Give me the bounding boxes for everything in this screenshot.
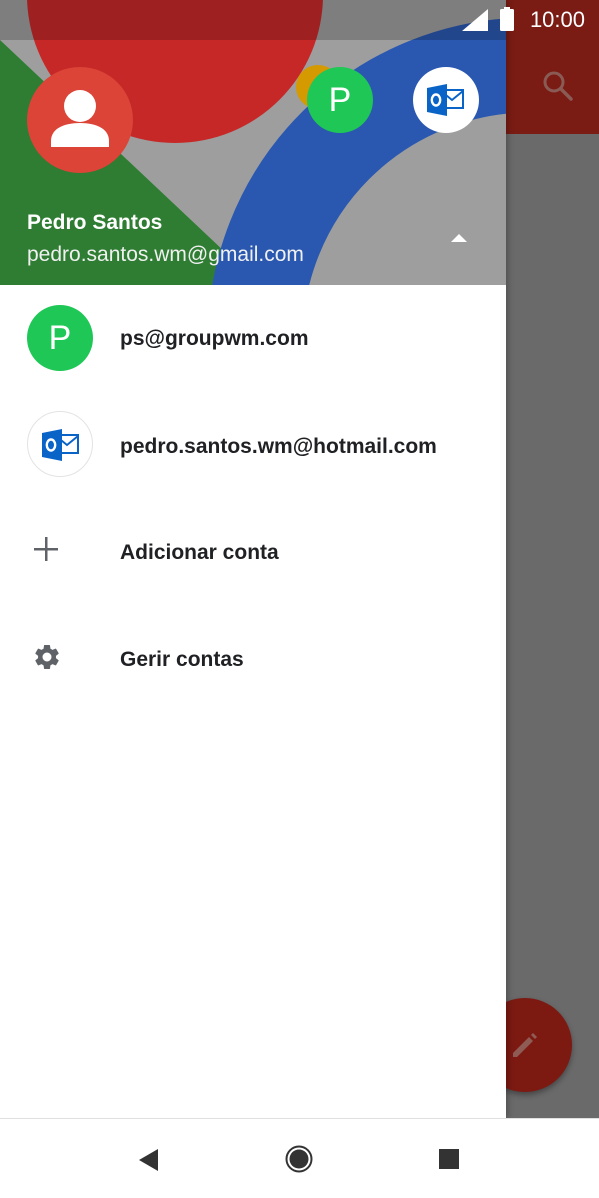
home-icon[interactable] bbox=[285, 1145, 313, 1173]
outlook-icon bbox=[427, 84, 464, 116]
gear-icon bbox=[35, 644, 59, 669]
account-drawer: P Pedro Santos pedro.santos.wm@gmail.com… bbox=[0, 0, 506, 1118]
account-row-groupwm[interactable]: P ps@groupwm.com bbox=[0, 285, 506, 391]
back-icon[interactable] bbox=[138, 1148, 160, 1172]
account-email: pedro.santos.wm@gmail.com bbox=[27, 243, 304, 266]
add-account-label: Adicionar conta bbox=[120, 541, 279, 564]
recents-icon[interactable] bbox=[439, 1149, 459, 1169]
add-account-button[interactable]: Adicionar conta bbox=[0, 497, 506, 603]
account-row-label: ps@groupwm.com bbox=[120, 327, 309, 350]
outlook-avatar bbox=[27, 411, 93, 477]
outlook-icon bbox=[42, 429, 79, 461]
search-icon bbox=[540, 68, 576, 104]
signal-icon bbox=[462, 9, 488, 31]
account-letter-avatar: P bbox=[27, 305, 93, 371]
account-name: Pedro Santos bbox=[27, 211, 163, 234]
battery-icon bbox=[500, 7, 514, 31]
status-time: 10:00 bbox=[529, 7, 585, 32]
manage-accounts-button[interactable]: Gerir contas bbox=[0, 604, 506, 710]
switch-account-outlook-avatar[interactable] bbox=[413, 67, 479, 133]
drawer-header: P Pedro Santos pedro.santos.wm@gmail.com bbox=[0, 0, 506, 285]
collapse-arrow-icon[interactable] bbox=[449, 232, 469, 244]
person-icon bbox=[51, 90, 109, 147]
manage-accounts-label: Gerir contas bbox=[120, 648, 244, 671]
plus-icon bbox=[34, 537, 58, 561]
account-row-label: pedro.santos.wm@hotmail.com bbox=[120, 435, 437, 458]
system-nav-bar bbox=[0, 1118, 599, 1198]
switch-account-avatar[interactable]: P bbox=[307, 67, 373, 133]
status-bar: 10:00 bbox=[0, 0, 599, 40]
account-avatar bbox=[27, 67, 133, 173]
screen: 10:00 P Pedro Santos pedro.santos.wm@gma… bbox=[0, 0, 599, 1198]
pencil-icon bbox=[513, 1033, 537, 1057]
account-row-hotmail[interactable]: pedro.santos.wm@hotmail.com bbox=[0, 391, 506, 497]
